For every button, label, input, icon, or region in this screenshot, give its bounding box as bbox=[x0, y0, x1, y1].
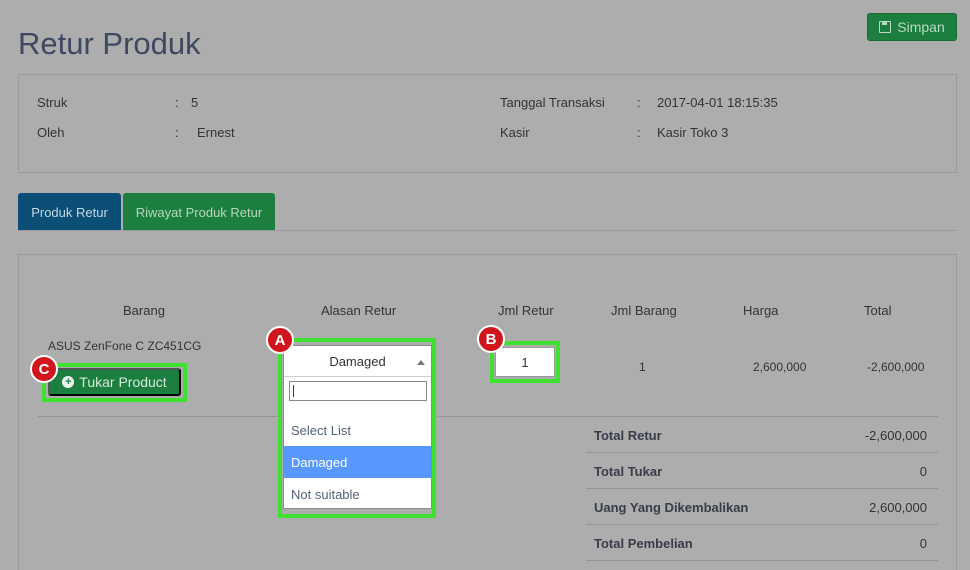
summary-divider bbox=[586, 452, 938, 453]
caret-up-icon bbox=[417, 360, 425, 365]
oleh-separator: : bbox=[175, 125, 179, 140]
total-value: -2,600,000 bbox=[867, 360, 925, 374]
tanggal-value: 2017-04-01 18:15:35 bbox=[657, 95, 778, 110]
annotation-badge-b: B bbox=[477, 325, 505, 353]
row-divider bbox=[38, 416, 280, 417]
tukar-product-label: Tukar Product bbox=[79, 374, 167, 390]
summary-divider bbox=[586, 524, 938, 525]
summary-value-total-retur: -2,600,000 bbox=[864, 428, 927, 443]
struk-label: Struk bbox=[37, 95, 68, 110]
summary-value-uang-dikembalikan: 2,600,000 bbox=[869, 500, 927, 515]
dropdown-selected-value[interactable]: Damaged bbox=[284, 346, 431, 377]
plus-circle-icon: + bbox=[62, 376, 75, 388]
row-divider bbox=[437, 416, 938, 417]
kasir-separator: : bbox=[637, 125, 641, 140]
jml-retur-input[interactable]: 1 bbox=[495, 347, 555, 377]
annotation-badge-c: C bbox=[30, 355, 58, 383]
tab-produk-retur[interactable]: Produk Retur bbox=[18, 193, 121, 231]
summary-value-total-tukar: 0 bbox=[919, 464, 927, 479]
column-header-jml-barang: Jml Barang bbox=[611, 303, 677, 318]
dropdown-selected-text: Damaged bbox=[329, 353, 386, 369]
transaction-info-panel bbox=[18, 74, 957, 173]
column-header-alasan-retur: Alasan Retur bbox=[321, 303, 397, 318]
summary-label-total-retur: Total Retur bbox=[594, 428, 662, 443]
dropdown-option-damaged[interactable]: Damaged bbox=[284, 446, 431, 478]
dropdown-option-not-suitable[interactable]: Not suitable bbox=[284, 478, 431, 510]
oleh-label: Oleh bbox=[37, 125, 65, 140]
struk-separator: : bbox=[175, 95, 179, 110]
column-header-jml-retur: Jml Retur bbox=[498, 303, 554, 318]
column-header-harga: Harga bbox=[743, 303, 779, 318]
kasir-value: Kasir Toko 3 bbox=[657, 125, 729, 140]
summary-value-total-pembelian: 0 bbox=[919, 536, 927, 551]
return-content-panel bbox=[18, 254, 957, 570]
oleh-value: Ernest bbox=[197, 125, 235, 140]
tanggal-separator: : bbox=[637, 95, 641, 110]
save-button[interactable]: Simpan bbox=[867, 13, 957, 41]
dropdown-option-select-list[interactable]: Select List bbox=[284, 414, 431, 446]
harga-value: 2,600,000 bbox=[753, 360, 807, 374]
dropdown-search-input[interactable] bbox=[289, 381, 427, 401]
tanggal-label: Tanggal Transaksi bbox=[500, 95, 605, 110]
summary-divider bbox=[586, 560, 938, 561]
summary-label-total-tukar: Total Tukar bbox=[594, 464, 663, 479]
summary-divider bbox=[586, 488, 938, 489]
column-header-total: Total bbox=[864, 303, 892, 318]
summary-label-total-pembelian: Total Pembelian bbox=[594, 536, 693, 551]
column-header-barang: Barang bbox=[123, 303, 165, 318]
annotation-badge-a: A bbox=[266, 326, 294, 354]
product-name: ASUS ZenFone C ZC451CG bbox=[48, 339, 202, 353]
tab-divider bbox=[18, 230, 957, 231]
save-button-label: Simpan bbox=[897, 19, 945, 35]
tab-riwayat-produk-retur[interactable]: Riwayat Produk Retur bbox=[123, 193, 275, 231]
tukar-product-button[interactable]: + Tukar Product bbox=[48, 368, 181, 396]
floppy-disk-icon bbox=[879, 21, 892, 33]
struk-value: 5 bbox=[191, 95, 199, 110]
page-title: Retur Produk bbox=[18, 26, 201, 61]
text-cursor bbox=[293, 385, 294, 397]
jml-barang-value: 1 bbox=[639, 360, 646, 374]
summary-label-uang-dikembalikan: Uang Yang Dikembalikan bbox=[594, 500, 749, 515]
kasir-label: Kasir bbox=[500, 125, 530, 140]
alasan-retur-dropdown[interactable]: Damaged Select List Damaged Not suitable bbox=[283, 345, 432, 509]
